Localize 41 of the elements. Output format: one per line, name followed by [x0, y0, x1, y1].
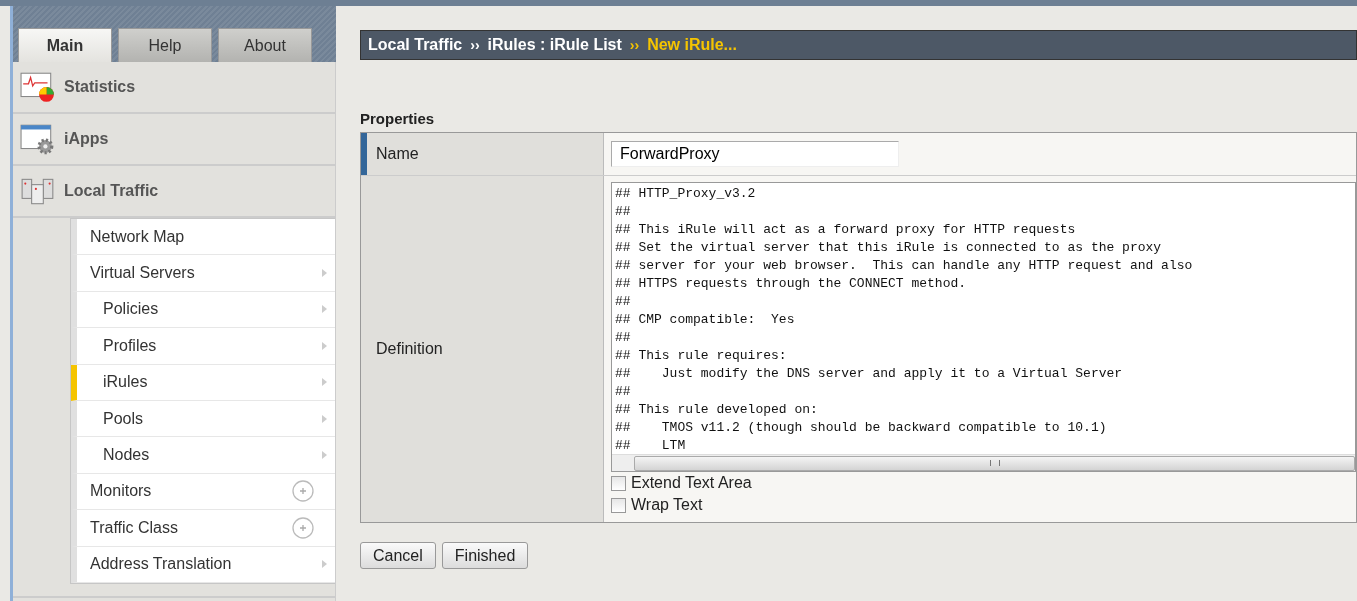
arrow-icon — [322, 414, 327, 423]
arrow-icon — [322, 378, 327, 387]
name-input-field[interactable]: ForwardProxy — [611, 141, 899, 167]
form-button[interactable]: Cancel — [360, 542, 436, 569]
arrow-icon — [322, 341, 327, 350]
arrow-icon — [322, 451, 327, 460]
horizontal-scrollbar[interactable] — [612, 454, 1355, 471]
form-button[interactable]: Finished — [441, 542, 529, 569]
chart-icon — [20, 71, 56, 103]
sidebar-section[interactable]: iApps — [13, 114, 335, 166]
arrow-icon — [322, 560, 327, 569]
menu-item[interactable]: Profiles — [71, 328, 335, 365]
arrow-icon — [322, 269, 327, 278]
nav-tab[interactable]: About — [218, 28, 312, 62]
checkbox-label: Wrap Text — [631, 496, 703, 514]
plus-icon[interactable] — [292, 516, 314, 539]
checkbox[interactable] — [611, 475, 626, 491]
menu-item[interactable]: Traffic Class — [71, 510, 335, 547]
checkbox[interactable] — [611, 497, 626, 513]
menu-item[interactable]: iRules — [71, 364, 335, 401]
window-gear-icon — [20, 123, 56, 155]
section-title: Properties — [360, 110, 436, 127]
menu-item[interactable]: Nodes — [71, 437, 335, 474]
separator-icon: ›› — [629, 37, 640, 53]
menu-item[interactable]: Address Translation — [71, 546, 335, 583]
definition-label: Definition — [376, 340, 443, 358]
menu-item[interactable]: Policies — [71, 291, 335, 329]
menu-item[interactable]: Pools — [71, 400, 335, 438]
nav-tab[interactable]: Main — [18, 28, 112, 62]
menu-item[interactable]: Virtual Servers — [71, 255, 335, 292]
nav-tab[interactable]: Help — [118, 28, 212, 62]
breadcrumb-link[interactable]: iRules : iRule List — [487, 36, 622, 54]
menu-item[interactable]: Network Map — [71, 219, 335, 256]
name-label: Name — [361, 133, 604, 175]
sidebar-section[interactable]: Statistics — [13, 62, 335, 114]
plus-icon[interactable] — [292, 480, 314, 503]
arrow-icon — [322, 305, 327, 314]
separator-icon: ›› — [470, 37, 480, 53]
menu-item[interactable]: Monitors — [71, 473, 335, 511]
breadcrumb-link[interactable]: Local Traffic — [368, 36, 463, 54]
checkbox-label: Extend Text Area — [631, 474, 752, 492]
